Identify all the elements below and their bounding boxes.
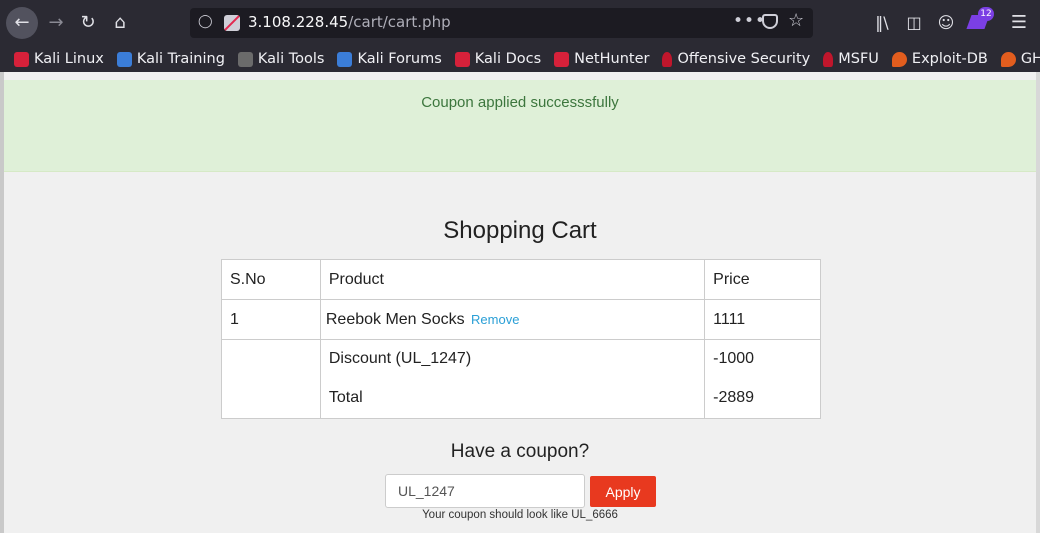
summary-row: Discount (UL_1247) Total -1000 -2889 [221, 339, 821, 419]
bookmark-label: Kali Linux [34, 51, 104, 67]
url-text[interactable]: 3.108.228.45/cart/cart.php [248, 13, 451, 31]
header-sno: S.No [221, 259, 321, 300]
kali-icon [14, 51, 29, 67]
url-bar[interactable]: ◯ 3.108.228.45/cart/cart.php ••• ☆ [190, 8, 813, 38]
sidebar-icon[interactable]: ◫ [902, 10, 926, 34]
bookmark-label: MSFU [838, 51, 879, 67]
url-path: /cart/cart.php [348, 13, 451, 31]
library-icon[interactable]: ‖\ [870, 10, 894, 34]
bookmark-offensive-security[interactable]: Offensive Security [662, 51, 810, 67]
bookmark-nethunter[interactable]: NetHunter [554, 51, 649, 67]
kali-tools-icon [237, 51, 253, 67]
bookmark-label: Kali Tools [257, 51, 325, 67]
browser-toolbar: ← → ↻ ⌂ ◯ 3.108.228.45/cart/cart.php •••… [0, 0, 1040, 46]
bookmark-label: NetHunter [574, 51, 650, 67]
home-icon[interactable]: ⌂ [105, 8, 135, 38]
msfu-icon [823, 51, 834, 67]
bookmark-msfu[interactable]: MSFU [823, 51, 879, 67]
header-product: Product [319, 259, 706, 300]
ghdb-icon [1000, 51, 1016, 67]
cell-product: Reebok Men Socks Remove [319, 299, 706, 340]
bookmark-label: Kali Forums [357, 51, 442, 67]
success-alert: Coupon applied successsfully [4, 80, 1036, 172]
bookmark-kali-linux[interactable]: Kali Linux [14, 51, 104, 67]
summary-empty-cell [221, 339, 321, 419]
coupon-input[interactable] [385, 474, 585, 508]
bookmark-label: GHDB [1020, 51, 1040, 67]
bookmark-kali-forums[interactable]: Kali Forums [337, 51, 442, 67]
cell-sno: 1 [221, 299, 321, 340]
cart-table: S.No Product Price 1 Reebok Men Socks Re… [221, 259, 821, 419]
summary-labels: Discount (UL_1247) Total [319, 339, 706, 419]
discount-value: -1000 [713, 350, 755, 367]
coupon-heading: Have a coupon? [450, 441, 590, 462]
apply-coupon-button[interactable]: Apply [590, 476, 656, 507]
back-icon[interactable]: ← [6, 7, 38, 39]
table-header-row: S.No Product Price [221, 259, 821, 300]
bookmark-ghdb[interactable]: GHDB [1000, 51, 1040, 67]
total-value: -2889 [713, 389, 755, 406]
pocket-icon[interactable] [762, 14, 778, 29]
bookmark-exploit-db[interactable]: Exploit-DB [891, 51, 988, 67]
coupon-hint: Your coupon should look like UL_6666 [422, 509, 618, 521]
extension-badge: 12 [978, 7, 994, 21]
insecure-lock-icon[interactable] [224, 15, 240, 31]
kali-training-icon [116, 51, 132, 67]
bookmark-label: Exploit-DB [911, 51, 988, 67]
header-price: Price [704, 259, 821, 300]
bookmark-label: Offensive Security [677, 51, 811, 67]
page-title: Shopping Cart [443, 217, 597, 244]
kali-forums-icon [337, 51, 353, 67]
reload-icon[interactable]: ↻ [73, 8, 103, 38]
cell-price: 1111 [704, 299, 821, 340]
bookmarks-bar: Kali Linux Kali Training Kali Tools Kali… [0, 46, 1040, 72]
remove-link[interactable]: Remove [471, 312, 519, 327]
shield-icon[interactable]: ◯ [198, 14, 213, 32]
bookmark-kali-training[interactable]: Kali Training [116, 51, 225, 67]
menu-icon[interactable]: ☰ [1007, 10, 1031, 34]
nethunter-icon [554, 51, 570, 67]
kali-docs-icon [454, 51, 470, 67]
bookmark-kali-docs[interactable]: Kali Docs [454, 51, 542, 67]
bookmark-label: Kali Docs [474, 51, 542, 67]
page-right-edge [1036, 72, 1040, 533]
exploitdb-icon [891, 51, 907, 67]
page-viewport: Coupon applied successsfully Shopping Ca… [0, 72, 1040, 533]
forward-icon[interactable]: → [41, 8, 71, 38]
total-label: Total [328, 389, 363, 406]
alert-message: Coupon applied successsfully [421, 94, 619, 111]
account-icon[interactable]: ☺ [934, 10, 958, 34]
product-name: Reebok Men Socks [325, 310, 465, 328]
discount-label: Discount (UL_1247) [328, 350, 472, 367]
offsec-icon [662, 51, 673, 67]
bookmark-kali-tools[interactable]: Kali Tools [237, 51, 325, 67]
bookmark-label: Kali Training [136, 51, 225, 67]
url-host: 3.108.228.45 [248, 13, 349, 31]
summary-values: -1000 -2889 [704, 339, 821, 419]
bookmark-star-icon[interactable]: ☆ [788, 10, 804, 31]
table-row: 1 Reebok Men Socks Remove 1111 [221, 299, 821, 340]
